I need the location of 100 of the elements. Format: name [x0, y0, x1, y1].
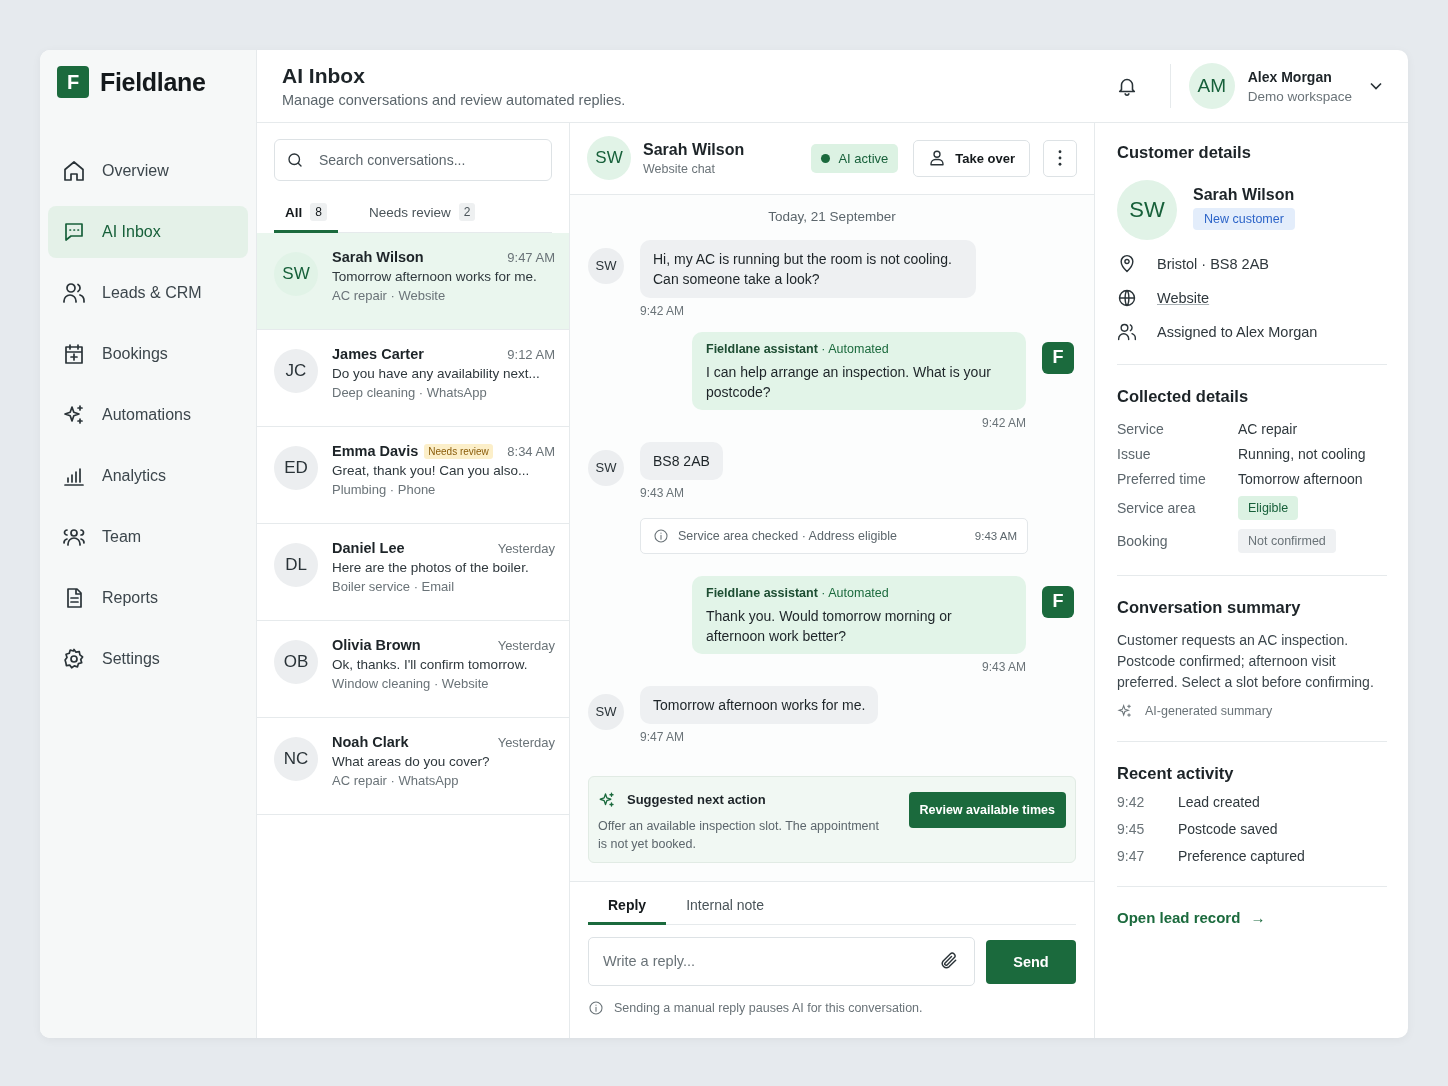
open-lead-link[interactable]: Open lead record →	[1117, 909, 1266, 926]
review-badge: Needs review	[424, 443, 493, 459]
workspace-name: Demo workspace	[1247, 88, 1352, 104]
sender-label: Fieldlane assistant · Automated	[706, 584, 889, 602]
ai-status-badge: AI active	[811, 143, 899, 173]
customer-avatar: SW	[1117, 180, 1177, 240]
conversation-item[interactable]: ED Emma Davis Needs review 8:34 AM Great, thank you! Can you also... Plumbing · Phone	[257, 427, 569, 524]
contact-avatar: JC	[274, 349, 318, 393]
person-icon	[928, 149, 947, 168]
contact-avatar: SW	[588, 449, 624, 486]
message-time: Yesterday	[497, 734, 555, 750]
message-bubble: Hi, my AC is running but the room is not cooling. Can someone take a look?	[640, 239, 976, 298]
assistant-avatar: F	[1042, 585, 1074, 618]
filter-tab[interactable]: Needs review 2	[357, 199, 487, 233]
conversation-meta: Boiler service · Email	[332, 579, 456, 594]
contact-avatar: NC	[274, 737, 318, 781]
assigned-agent: Assigned to Alex Morgan	[1157, 324, 1318, 340]
user-avatar: AM	[1188, 63, 1235, 109]
globe-icon	[1117, 288, 1137, 308]
take-over-button[interactable]: Take over	[913, 139, 1030, 177]
contact-avatar: OB	[274, 640, 318, 684]
message-time: 9:42 AM	[981, 415, 1026, 430]
activity-text: Preference captured	[1178, 848, 1305, 864]
search-field[interactable]: Search conversations...	[274, 139, 552, 181]
channel-label: Website chat	[643, 161, 717, 176]
detail-label: Service area	[1117, 500, 1197, 516]
composer-tab[interactable]: Reply	[588, 888, 667, 925]
sidebar-item[interactable]: Analytics	[48, 450, 248, 502]
activity-text: Postcode saved	[1178, 821, 1278, 837]
website-link[interactable]: Website	[1157, 290, 1210, 306]
section-title: Customer details	[1117, 143, 1252, 162]
message-time: 9:43 AM	[981, 659, 1026, 674]
brand-name: Fieldlane	[100, 67, 206, 97]
conversation-item[interactable]: OB Olivia Brown Yesterday Ok, thanks. I'll confirm tomorrow. Window cleaning · Website	[257, 621, 569, 718]
paperclip-icon[interactable]	[939, 950, 959, 971]
event-text: Service area checked · Address eligible	[678, 528, 897, 543]
sparkle-icon	[1117, 703, 1133, 719]
contact-name: Daniel Lee	[332, 540, 405, 556]
sidebar-item[interactable]: Reports	[48, 572, 248, 624]
gear-icon	[62, 647, 86, 671]
detail-label: Issue	[1117, 446, 1152, 462]
detail-label: Service	[1117, 421, 1165, 437]
sparkle-icon	[62, 403, 86, 427]
message-preview: What areas do you cover?	[332, 754, 491, 769]
composer-tab[interactable]: Internal note	[666, 888, 784, 925]
sidebar-item[interactable]: Automations	[48, 389, 248, 441]
activity-time: 9:42	[1117, 794, 1146, 810]
contact-name: Noah Clark	[332, 734, 409, 750]
users-icon	[62, 281, 86, 305]
conversation-meta: Window cleaning · Website	[332, 676, 490, 691]
message-time: 9:47 AM	[640, 729, 685, 744]
section-title: Recent activity	[1117, 764, 1235, 783]
sidebar-item[interactable]: Leads & CRM	[48, 267, 248, 319]
chat-icon	[62, 220, 86, 244]
reply-field[interactable]: Write a reply...	[588, 936, 975, 986]
message-time: 9:12 AM	[507, 346, 555, 362]
sidebar-item[interactable]: Bookings	[48, 328, 248, 380]
contact-avatar: SW	[274, 252, 318, 296]
send-button[interactable]: Send	[986, 939, 1076, 984]
detail-label: Preferred time	[1117, 471, 1207, 487]
sidebar-item[interactable]: Team	[48, 511, 248, 563]
detail-value: AC repair	[1238, 421, 1299, 437]
conversation-item[interactable]: DL Daniel Lee Yesterday Here are the photos of the boiler. Boiler service · Email	[257, 524, 569, 621]
message-time: Yesterday	[497, 540, 555, 556]
detail-label: Booking	[1117, 533, 1169, 549]
contact-avatar: DL	[274, 543, 318, 587]
contact-avatar: SW	[587, 136, 631, 181]
message-time: Yesterday	[497, 637, 555, 653]
contact-avatar: ED	[274, 446, 318, 490]
status-tag: Eligible	[1238, 496, 1299, 520]
conversation-item[interactable]: JC James Carter 9:12 AM Do you have any availability next... Deep cleaning · WhatsApp	[257, 330, 569, 427]
activity-text: Lead created	[1178, 794, 1260, 810]
date-divider: Today, 21 September	[767, 208, 897, 224]
conversation-item[interactable]: NC Noah Clark Yesterday What areas do you cover? AC repair · WhatsApp	[257, 718, 569, 815]
more-icon	[1058, 150, 1062, 167]
conversation-item[interactable]: SW Sarah Wilson 9:47 AM Tomorrow afternoon works for me. AC repair · Website	[257, 233, 569, 330]
suggestion-text: Offer an available inspection slot. The appointment is not yet booked.	[598, 817, 880, 853]
customer-name: Sarah Wilson	[1193, 186, 1295, 204]
customer-badge: New customer	[1193, 208, 1295, 230]
contact-avatar: SW	[588, 247, 624, 284]
message-preview: Here are the photos of the boiler.	[332, 560, 530, 575]
location-pin-icon	[1117, 254, 1137, 274]
sidebar-item[interactable]: AI Inbox	[48, 206, 248, 258]
sidebar-item[interactable]: Overview	[48, 145, 248, 197]
review-times-button[interactable]: Review available times	[908, 791, 1066, 828]
activity-time: 9:47	[1117, 848, 1146, 864]
home-icon	[62, 159, 86, 183]
message-time: 9:42 AM	[640, 303, 685, 318]
message-preview: Great, thank you! Can you also...	[332, 463, 531, 478]
sidebar-item[interactable]: Settings	[48, 633, 248, 685]
page-title: AI Inbox	[282, 64, 366, 88]
section-title: Conversation summary	[1117, 598, 1302, 617]
info-icon	[653, 527, 669, 544]
section-title: Collected details	[1117, 387, 1250, 406]
user-name: Alex Morgan	[1247, 68, 1333, 85]
contact-name: James Carter	[332, 346, 424, 362]
conversation-meta: AC repair · Website	[332, 288, 447, 303]
conversation-meta: Plumbing · Phone	[332, 482, 437, 497]
calendar-icon	[62, 342, 86, 366]
sender-label: Fieldlane assistant · Automated	[706, 340, 889, 358]
